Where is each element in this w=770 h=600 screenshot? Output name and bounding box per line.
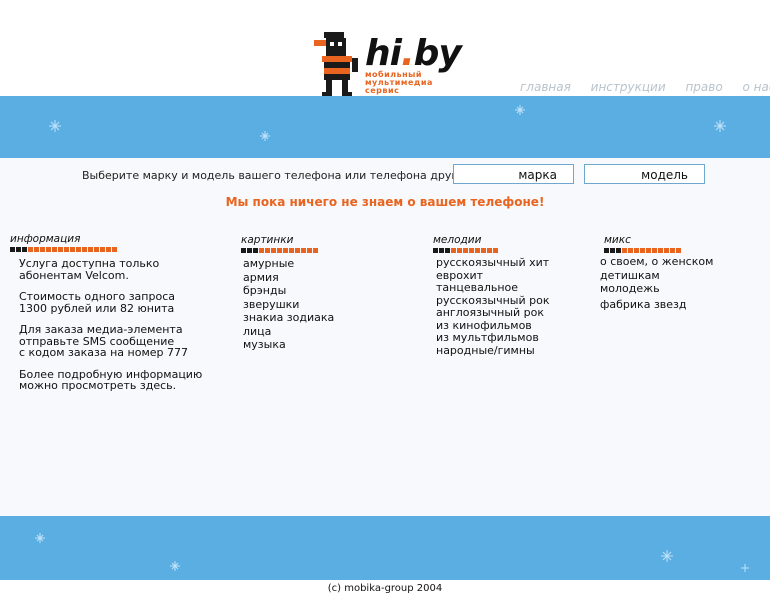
logo-name-tld: by bbox=[413, 33, 462, 74]
heading-decor-bar bbox=[241, 248, 334, 253]
category-link-pictures[interactable]: знакиа зодиака bbox=[243, 311, 334, 325]
header-banner bbox=[0, 96, 770, 158]
heading-decor-bar bbox=[10, 247, 202, 252]
category-link-pictures[interactable]: зверушки bbox=[243, 298, 334, 312]
logo-tagline: мобильный мультимедиа сервис bbox=[365, 71, 433, 95]
site-logo-wordmark[interactable]: hi.by bbox=[365, 33, 462, 74]
phone-unknown-message: Мы пока ничего не знаем о вашем телефоне… bbox=[225, 195, 545, 209]
nav-link-home[interactable]: главная bbox=[520, 80, 571, 94]
category-link-pictures[interactable]: музыка bbox=[243, 338, 334, 352]
pictures-section: картинки амурные армия брэнды зверушки з… bbox=[241, 234, 334, 352]
category-link-melodies[interactable]: русскоязычный хит bbox=[436, 256, 550, 270]
logo-mascot-icon bbox=[314, 32, 358, 96]
footer-banner bbox=[0, 516, 770, 580]
mix-section: микс о своем, о женском детишкам молодеж… bbox=[600, 234, 713, 311]
info-paragraph: Для заказа медиа-элемента отправьте SMS с… bbox=[19, 323, 189, 359]
phone-model-select[interactable]: модель bbox=[584, 164, 705, 184]
nav-link-legal[interactable]: право bbox=[685, 80, 722, 94]
category-link-melodies[interactable]: танцевальное bbox=[436, 281, 550, 295]
melodies-section: мелодии русскоязычный хит еврохит танцев… bbox=[433, 234, 550, 357]
category-link-melodies[interactable]: из мультфильмов bbox=[436, 331, 550, 345]
logo-name-dot: . bbox=[400, 33, 415, 74]
snowflake-icon bbox=[49, 105, 726, 141]
nav-link-instructions[interactable]: инструкции bbox=[591, 80, 666, 94]
top-navigation: главная инструкции право о нас bbox=[520, 80, 770, 94]
category-link-melodies[interactable]: англоязычный рок bbox=[436, 306, 550, 320]
logo-name-main: hi bbox=[365, 33, 402, 74]
info-paragraph: Услуга доступна только абонентам Velcom. bbox=[19, 257, 160, 282]
category-link-pictures[interactable]: амурные bbox=[243, 257, 334, 271]
heading-decor-bar bbox=[433, 248, 550, 253]
phone-select-prompt: Выберите марку и модель вашего телефона … bbox=[82, 169, 464, 182]
phone-brand-select[interactable]: марка bbox=[453, 164, 574, 184]
mix-heading: микс bbox=[604, 234, 631, 246]
snowflake-icon bbox=[35, 533, 749, 572]
heading-decor-bar bbox=[604, 248, 713, 253]
nav-link-about[interactable]: о нас bbox=[743, 80, 770, 94]
info-paragraph[interactable]: Более подробную информацию можно просмотр… bbox=[19, 368, 202, 392]
info-section: информация Услуга доступна только абонент… bbox=[10, 233, 202, 402]
info-paragraph: Стоимость одного запроса 1300 рублей или … bbox=[19, 290, 175, 315]
category-link-mix[interactable]: фабрика звезд bbox=[600, 298, 713, 312]
info-heading: информация bbox=[10, 233, 81, 245]
copyright-footer: (c) mobika-group 2004 bbox=[327, 583, 443, 594]
category-link-mix[interactable]: о своем, о женском bbox=[600, 255, 713, 269]
melodies-heading: мелодии bbox=[433, 234, 482, 246]
category-link-mix[interactable]: молодежь bbox=[600, 282, 713, 296]
tagline-line: сервис bbox=[365, 86, 400, 95]
pictures-heading: картинки bbox=[241, 234, 294, 246]
category-link-melodies[interactable]: народные/гимны bbox=[436, 344, 550, 358]
category-link-mix[interactable]: детишкам bbox=[600, 269, 713, 283]
category-link-pictures[interactable]: армия bbox=[243, 271, 334, 285]
category-link-pictures[interactable]: брэнды bbox=[243, 284, 334, 298]
category-link-pictures[interactable]: лица bbox=[243, 325, 334, 339]
